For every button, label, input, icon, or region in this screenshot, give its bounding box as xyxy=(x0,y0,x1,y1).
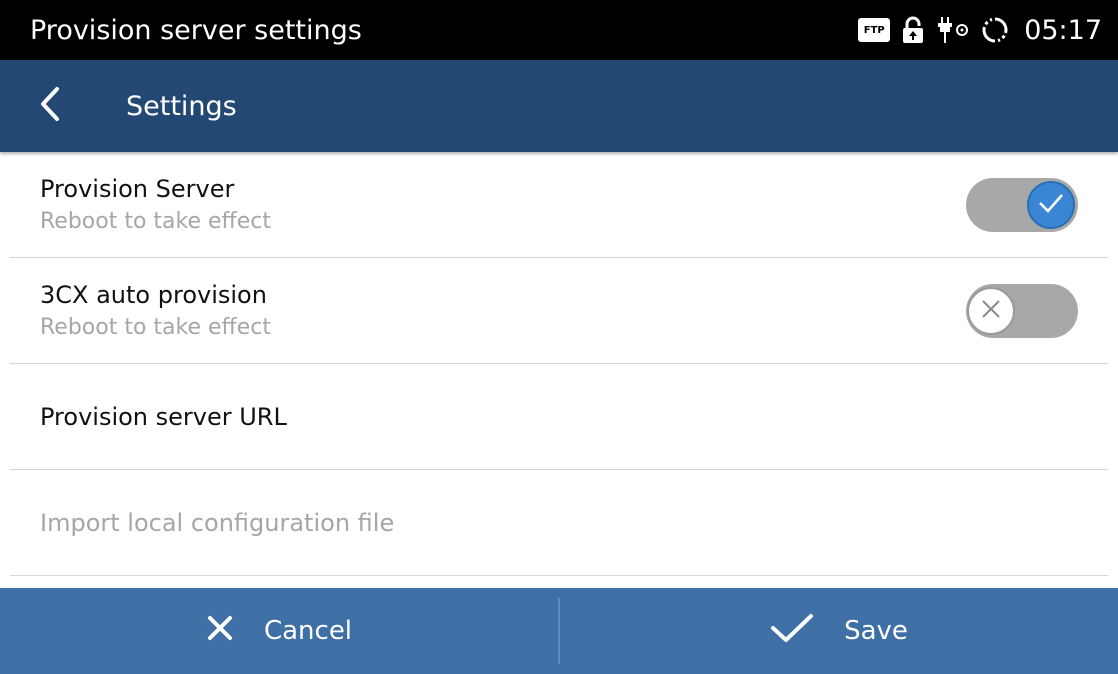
status-bar: Provision server settings FTP 05:17 xyxy=(0,0,1118,60)
status-title: Provision server settings xyxy=(30,14,362,46)
3cx-auto-provision-toggle[interactable] xyxy=(966,283,1078,338)
status-icons: FTP 05:17 xyxy=(858,15,1102,46)
usb-icon xyxy=(936,15,970,45)
cancel-label: Cancel xyxy=(263,616,353,646)
ftp-icon: FTP xyxy=(858,18,891,42)
close-icon xyxy=(206,614,234,649)
setting-3cx-auto-provision[interactable]: 3CX auto provision Reboot to take effect xyxy=(10,258,1108,364)
clock: 05:17 xyxy=(1024,14,1102,46)
save-label: Save xyxy=(844,616,908,646)
app-bar: Settings xyxy=(0,60,1118,152)
setting-label: Import local configuration file xyxy=(40,508,395,537)
check-icon xyxy=(770,612,814,651)
lock-icon xyxy=(900,16,926,44)
setting-label: Provision Server xyxy=(40,174,235,203)
toggle-knob xyxy=(967,286,1015,335)
setting-provision-server[interactable]: Provision Server Reboot to take effect xyxy=(10,152,1108,258)
provision-server-toggle[interactable] xyxy=(966,177,1078,232)
check-icon xyxy=(1038,192,1064,218)
cancel-button[interactable]: Cancel xyxy=(0,588,558,674)
setting-label: 3CX auto provision xyxy=(40,280,267,309)
save-button[interactable]: Save xyxy=(560,588,1118,674)
settings-list: Provision Server Reboot to take effect 3… xyxy=(0,152,1118,576)
back-button[interactable] xyxy=(0,60,100,152)
setting-sublabel: Reboot to take effect xyxy=(40,208,271,234)
chevron-left-icon xyxy=(38,86,60,126)
x-icon xyxy=(980,298,1002,324)
sync-icon xyxy=(980,15,1010,45)
setting-import-local-config[interactable]: Import local configuration file xyxy=(10,470,1108,576)
page-title: Settings xyxy=(126,90,237,122)
toggle-knob xyxy=(1027,180,1075,229)
setting-provision-server-url[interactable]: Provision server URL xyxy=(10,364,1108,470)
setting-sublabel: Reboot to take effect xyxy=(40,314,271,340)
bottom-action-bar: Cancel Save xyxy=(0,588,1118,674)
setting-label: Provision server URL xyxy=(40,402,287,431)
